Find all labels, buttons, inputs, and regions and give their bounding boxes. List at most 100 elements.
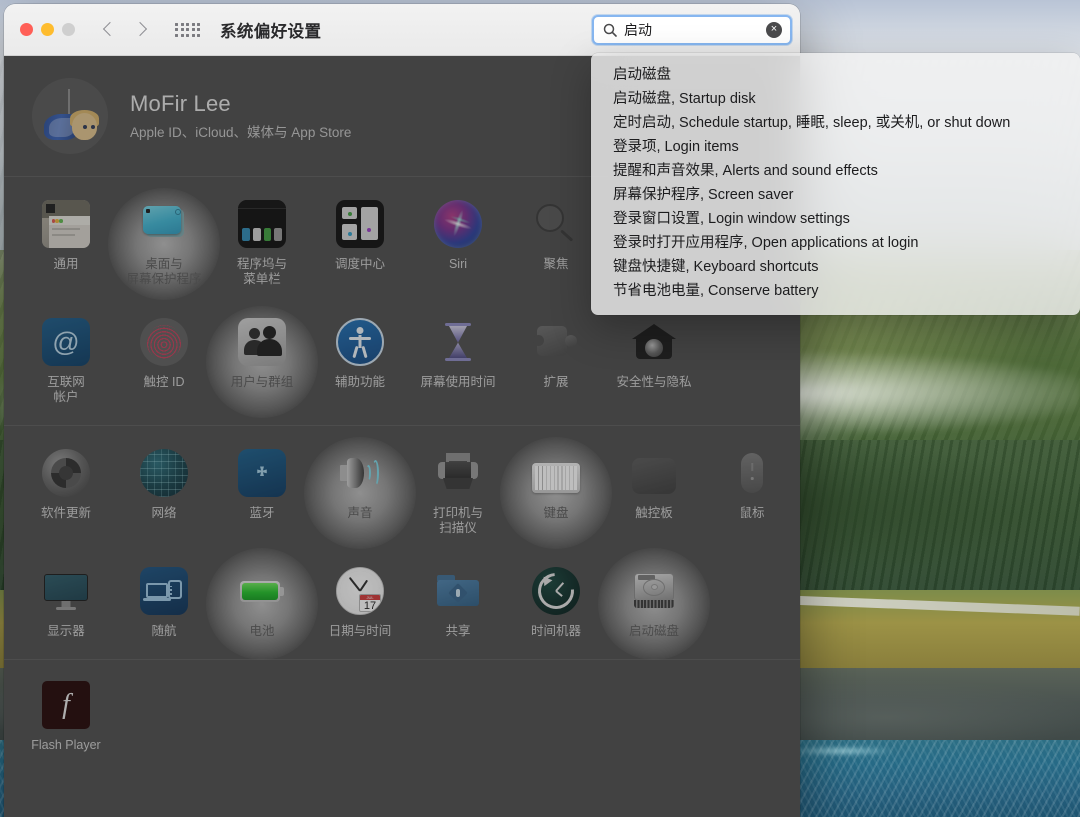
internet-accounts-icon: @ [41, 317, 91, 367]
suggestion-item[interactable]: 键盘快捷键, Keyboard shortcuts [591, 255, 1080, 279]
pref-item-users-groups[interactable]: 用户与群组 [206, 306, 318, 418]
software-update-icon [41, 448, 91, 498]
pref-label: Siri [448, 257, 468, 271]
suggestion-item[interactable]: 屏幕保护程序, Screen saver [591, 183, 1080, 207]
extensions-icon [531, 317, 581, 367]
suggestion-item[interactable]: 节省电池电量, Conserve battery [591, 279, 1080, 303]
pref-item-bluetooth[interactable]: ᛭ 蓝牙 [213, 440, 311, 546]
suggestion-item[interactable]: 启动磁盘 [591, 63, 1080, 87]
search-input[interactable]: 启动 [624, 20, 759, 40]
pref-item-sidecar[interactable]: 随航 [115, 558, 213, 649]
pref-label: 互联网 帐户 [47, 375, 85, 404]
apple-id-text: MoFir Lee Apple ID、iCloud、媒体与 App Store [130, 91, 351, 141]
calendar-day: 17 [363, 600, 377, 612]
pref-item-accessibility[interactable]: 辅助功能 [311, 309, 409, 415]
suggestion-item[interactable]: 登录项, Login items [591, 135, 1080, 159]
pref-label: 屏幕使用时间 [420, 375, 496, 389]
suggestion-item[interactable]: 提醒和声音效果, Alerts and sound effects [591, 159, 1080, 183]
sidecar-icon [139, 566, 189, 616]
apple-id-name: MoFir Lee [130, 91, 231, 116]
security-privacy-icon [629, 317, 679, 367]
pref-label: 网络 [151, 506, 177, 520]
suggestion-item[interactable]: 登录时打开应用程序, Open applications at login [591, 231, 1080, 255]
minimize-button[interactable] [41, 23, 54, 36]
pref-item-time-machine[interactable]: 时间机器 [507, 558, 605, 649]
preference-section-3: 软件更新 网络 ᛭ 蓝牙 声音 打印机与 扫描仪 键盘 触控板 鼠标 [4, 426, 800, 556]
back-arrow-icon[interactable] [103, 20, 116, 40]
pref-item-displays[interactable]: 显示器 [17, 558, 115, 649]
pref-label: 扩展 [543, 375, 569, 389]
page-title: 系统偏好设置 [220, 22, 322, 41]
pref-label: 启动磁盘 [628, 624, 679, 638]
pref-item-sound[interactable]: 声音 [304, 437, 416, 549]
displays-icon [41, 566, 91, 616]
pref-item-network[interactable]: 网络 [115, 440, 213, 546]
pref-item-battery[interactable]: 电池 [206, 547, 318, 660]
pref-item-startup-disk[interactable]: 启动磁盘 [598, 547, 710, 660]
search-suggestions-dropdown[interactable]: 启动磁盘 启动磁盘, Startup disk 定时启动, Schedule s… [591, 53, 1080, 315]
suggestion-item[interactable]: 登录窗口设置, Login window settings [591, 207, 1080, 231]
traffic-lights [20, 23, 75, 36]
pref-label: 电池 [249, 624, 275, 638]
close-button[interactable] [20, 23, 33, 36]
pref-label: 桌面与 屏幕保护程序 [126, 257, 202, 286]
pref-label: 键盘 [543, 506, 569, 520]
pref-label: 触控板 [635, 506, 673, 520]
pref-label: 用户与群组 [230, 375, 294, 389]
pref-item-siri[interactable]: Siri [409, 191, 507, 297]
pref-label: 共享 [445, 624, 471, 638]
icon-row-4: 显示器 随航 电池 JUL 17 日期与时间 共享 时间机器 启动磁盘 [4, 547, 800, 660]
suggestion-item[interactable]: 定时启动, Schedule startup, 睡眠, sleep, 或关机, … [591, 111, 1080, 135]
suggestion-item[interactable]: 启动磁盘, Startup disk [591, 87, 1080, 111]
pref-item-mouse[interactable]: 鼠标 [703, 440, 800, 546]
pref-item-desktop-screensaver[interactable]: 桌面与 屏幕保护程序 [108, 188, 220, 300]
forward-arrow-icon[interactable] [134, 20, 147, 40]
pref-label: 辅助功能 [334, 375, 385, 389]
show-all-grid-icon[interactable] [175, 22, 200, 37]
pref-label: Flash Player [31, 738, 101, 752]
pref-item-internet-accounts[interactable]: @ 互联网 帐户 [17, 309, 115, 415]
pref-item-printers-scanners[interactable]: 打印机与 扫描仪 [409, 440, 507, 546]
preference-section-2: @ 互联网 帐户 触控 ID 用户与群组 辅助功能 屏幕使用时间 扩展 安全性与… [4, 306, 800, 425]
pref-item-keyboard[interactable]: 键盘 [500, 437, 612, 549]
apple-id-subtitle: Apple ID、iCloud、媒体与 App Store [130, 125, 352, 140]
clear-search-icon[interactable]: × [766, 21, 782, 38]
preference-section-4: 显示器 随航 电池 JUL 17 日期与时间 共享 时间机器 启动磁盘 [4, 547, 800, 660]
battery-icon [237, 566, 287, 616]
users-groups-icon [237, 317, 287, 367]
icon-row-3: 软件更新 网络 ᛭ 蓝牙 声音 打印机与 扫描仪 键盘 触控板 鼠标 [4, 437, 800, 549]
avatar[interactable] [32, 78, 108, 154]
pref-label: 声音 [347, 506, 373, 520]
pref-item-software-update[interactable]: 软件更新 [17, 440, 115, 546]
pref-item-mission-control[interactable]: 调度中心 [311, 191, 409, 297]
spotlight-icon [531, 199, 581, 249]
siri-icon [427, 193, 489, 255]
pref-item-trackpad[interactable]: 触控板 [605, 440, 703, 546]
icon-row-third-party: f Flash Player [17, 672, 800, 763]
search-field-wrapper[interactable]: 启动 × [592, 14, 792, 45]
sharing-icon [433, 566, 483, 616]
mission-control-icon [335, 199, 385, 249]
pref-item-date-time[interactable]: JUL 17 日期与时间 [311, 558, 409, 649]
search-icon [603, 23, 617, 37]
flash-player-icon: f [41, 680, 91, 730]
keyboard-icon [531, 448, 581, 498]
zoom-button[interactable] [62, 23, 75, 36]
pref-item-flash-player[interactable]: f Flash Player [17, 672, 115, 763]
pref-item-screen-time[interactable]: 屏幕使用时间 [409, 309, 507, 415]
pref-item-sharing[interactable]: 共享 [409, 558, 507, 649]
pref-label: 打印机与 扫描仪 [432, 506, 483, 535]
pref-label: 鼠标 [739, 506, 765, 520]
icon-row-2: @ 互联网 帐户 触控 ID 用户与群组 辅助功能 屏幕使用时间 扩展 安全性与… [4, 306, 800, 418]
pref-label: 显示器 [47, 624, 85, 638]
pref-item-extensions[interactable]: 扩展 [507, 309, 605, 415]
pref-item-security-privacy[interactable]: 安全性与隐私 [605, 309, 703, 415]
pref-item-general[interactable]: 通用 [17, 191, 115, 297]
pref-item-dock-menubar[interactable]: 程序坞与 菜单栏 [213, 191, 311, 297]
network-icon [139, 448, 189, 498]
search-field[interactable]: 启动 × [592, 14, 792, 45]
general-icon [41, 199, 91, 249]
time-machine-icon [530, 565, 582, 617]
pref-item-touch-id[interactable]: 触控 ID [115, 309, 213, 415]
desktop-screensaver-icon [139, 199, 189, 249]
